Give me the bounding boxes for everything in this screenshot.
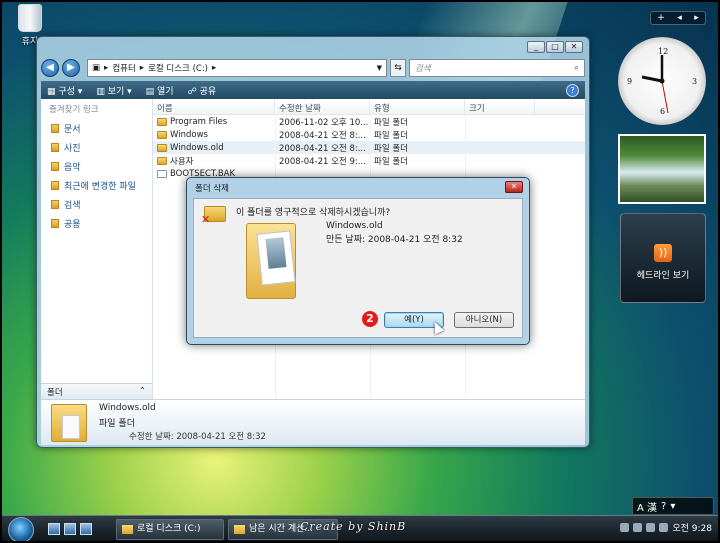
pictures-icon xyxy=(51,143,59,152)
search-input[interactable]: 검색 ⌕ xyxy=(409,59,585,77)
switch-windows-icon[interactable] xyxy=(64,523,76,535)
fav-public[interactable]: 공용 xyxy=(41,214,152,233)
dialog-question: 이 폴더를 영구적으로 삭제하시겠습니까? xyxy=(236,208,391,218)
progress-icon xyxy=(234,525,245,534)
step-marker: 2 xyxy=(362,311,378,327)
documents-icon xyxy=(51,124,59,133)
options-icon[interactable]: ▾ xyxy=(670,501,675,512)
watermark: Create by ShinB xyxy=(300,520,407,533)
tray-clock[interactable]: 오전 9:28 xyxy=(672,521,712,534)
refresh-button[interactable]: ⇆ xyxy=(390,59,406,77)
start-button[interactable] xyxy=(8,517,34,543)
clock-hands-icon xyxy=(641,55,669,114)
sidebar-controls: + ◂ ▸ xyxy=(650,11,706,25)
help-icon[interactable]: ? xyxy=(661,501,666,512)
open-button[interactable]: ▤ 열기 xyxy=(146,84,174,97)
prev-gadget-button[interactable]: ◂ xyxy=(677,12,682,24)
feed-label: 헤드라인 보기 xyxy=(636,271,690,281)
address-bar[interactable]: ▣ ▸ 컴퓨터 ▸ 로컬 디스크 (C:) ▸ ▼ xyxy=(87,59,387,77)
dialog-close-button[interactable]: ✕ xyxy=(505,181,523,193)
fav-music[interactable]: 음악 xyxy=(41,157,152,176)
search-placeholder: 검색 xyxy=(415,64,431,74)
music-icon xyxy=(51,162,59,171)
col-type[interactable]: 유형 xyxy=(370,99,465,114)
favorites-title: 즐겨찾기 링크 xyxy=(49,105,99,115)
detail-modified: 수정한 날짜: 2008-04-21 오전 8:32 xyxy=(129,432,266,442)
navigation-pane: 즐겨찾기 링크 문서 사진 음악 최근에 변경한 파일 검색 공용 폴더 ⌃ xyxy=(41,99,153,399)
dialog-body: ✕ 이 폴더를 영구적으로 삭제하시겠습니까? Windows.old 만든 날… xyxy=(193,198,523,338)
folders-toggle[interactable]: 폴더 ⌃ xyxy=(41,383,152,399)
table-row[interactable]: Windows.old 2008-04-21 오전 8:... 파일 폴더 xyxy=(153,141,585,154)
dialog-title: 폴더 삭제 xyxy=(195,184,229,194)
add-gadget-button[interactable]: + xyxy=(657,12,665,24)
folder-icon xyxy=(122,525,133,534)
clock-gadget[interactable]: 12 3 6 9 xyxy=(618,37,706,125)
folder-icon xyxy=(157,130,167,139)
views-button[interactable]: ▥ 보기 ▾ xyxy=(96,84,131,97)
folder-preview-icon xyxy=(246,223,296,299)
folder-icon xyxy=(157,117,167,126)
navigation-bar: ◀ ▶ ▣ ▸ 컴퓨터 ▸ 로컬 디스크 (C:) ▸ ▼ ⇆ 검색 ⌕ xyxy=(41,57,585,79)
slideshow-gadget[interactable] xyxy=(618,134,706,204)
rss-icon: )) xyxy=(654,244,672,262)
col-size[interactable]: 크기 xyxy=(465,99,535,114)
search-icon[interactable]: ⌕ xyxy=(574,63,579,73)
detail-name: Windows.old xyxy=(99,403,156,413)
volume-icon[interactable] xyxy=(659,523,669,532)
delete-folder-dialog: 폴더 삭제 ✕ ✕ 이 폴더를 영구적으로 삭제하시겠습니까? Windows.… xyxy=(186,177,530,345)
col-name[interactable]: 이름 xyxy=(153,99,275,114)
language-bar[interactable]: A 漢 ? ▾ xyxy=(632,497,714,515)
fav-documents[interactable]: 문서 xyxy=(41,119,152,138)
folder-icon xyxy=(157,143,167,152)
next-gadget-button[interactable]: ▸ xyxy=(694,12,699,24)
column-headers: 이름 수정한 날짜 유형 크기 xyxy=(153,99,585,115)
folder-thumbnail-icon xyxy=(51,404,87,442)
detail-type: 파일 폴더 xyxy=(99,419,135,429)
table-row[interactable]: Program Files 2006-11-02 오후 10... 파일 폴더 xyxy=(153,115,585,128)
dialog-folder-date: 만든 날짜: 2008-04-21 오전 8:32 xyxy=(326,235,463,245)
help-icon[interactable]: ? xyxy=(566,83,579,97)
minimize-button[interactable]: _ xyxy=(527,41,545,53)
public-icon xyxy=(51,219,59,228)
dialog-folder-name: Windows.old xyxy=(326,221,383,231)
system-tray: 오전 9:28 xyxy=(620,521,712,534)
ie-icon[interactable] xyxy=(80,523,92,535)
tray-icon[interactable] xyxy=(620,523,630,532)
taskbar: 로컬 디스크 (C:) 남은 시간 계산... Create by ShinB … xyxy=(0,515,720,543)
col-date[interactable]: 수정한 날짜 xyxy=(275,99,370,114)
task-explorer[interactable]: 로컬 디스크 (C:) xyxy=(116,519,224,540)
window-controls: _ □ ✕ xyxy=(527,41,583,53)
chevron-down-icon[interactable]: ▼ xyxy=(377,64,382,72)
breadcrumb-drive[interactable]: 로컬 디스크 (C:) xyxy=(148,62,208,74)
table-row[interactable]: Windows 2008-04-21 오전 8:... 파일 폴더 xyxy=(153,128,585,141)
fav-pictures[interactable]: 사진 xyxy=(41,138,152,157)
recycle-bin-icon xyxy=(18,4,42,32)
forward-button[interactable]: ▶ xyxy=(62,59,80,77)
details-pane: Windows.old 파일 폴더 수정한 날짜: 2008-04-21 오전 … xyxy=(41,399,585,445)
table-row[interactable]: 사용자 2008-04-21 오전 9:... 파일 폴더 xyxy=(153,154,585,167)
language-label: A 漢 xyxy=(637,502,658,514)
command-bar: ▦ 구성 ▾ ▥ 보기 ▾ ▤ 열기 ☍ 공유 ? xyxy=(41,81,585,99)
no-button[interactable]: 아니오(N) xyxy=(454,312,514,328)
computer-icon: ▣ xyxy=(92,63,101,73)
delete-folder-icon: ✕ xyxy=(201,206,226,226)
network-icon[interactable] xyxy=(646,523,656,532)
chevron-up-icon: ⌃ xyxy=(138,386,146,396)
organize-button[interactable]: ▦ 구성 ▾ xyxy=(47,84,82,97)
breadcrumb-computer[interactable]: 컴퓨터 xyxy=(112,62,135,74)
share-button[interactable]: ☍ 공유 xyxy=(188,84,217,97)
show-desktop-icon[interactable] xyxy=(48,523,60,535)
fav-searches[interactable]: 검색 xyxy=(41,195,152,214)
maximize-button[interactable]: □ xyxy=(546,41,564,53)
back-button[interactable]: ◀ xyxy=(41,59,59,77)
shield-icon[interactable] xyxy=(633,523,643,532)
fav-recent[interactable]: 최근에 변경한 파일 xyxy=(41,176,152,195)
feed-headlines-gadget[interactable]: )) 헤드라인 보기 xyxy=(620,213,706,303)
close-button[interactable]: ✕ xyxy=(565,41,583,53)
folder-icon xyxy=(157,156,167,165)
file-icon xyxy=(157,169,167,178)
searches-icon xyxy=(51,200,59,209)
recent-icon xyxy=(51,181,59,190)
